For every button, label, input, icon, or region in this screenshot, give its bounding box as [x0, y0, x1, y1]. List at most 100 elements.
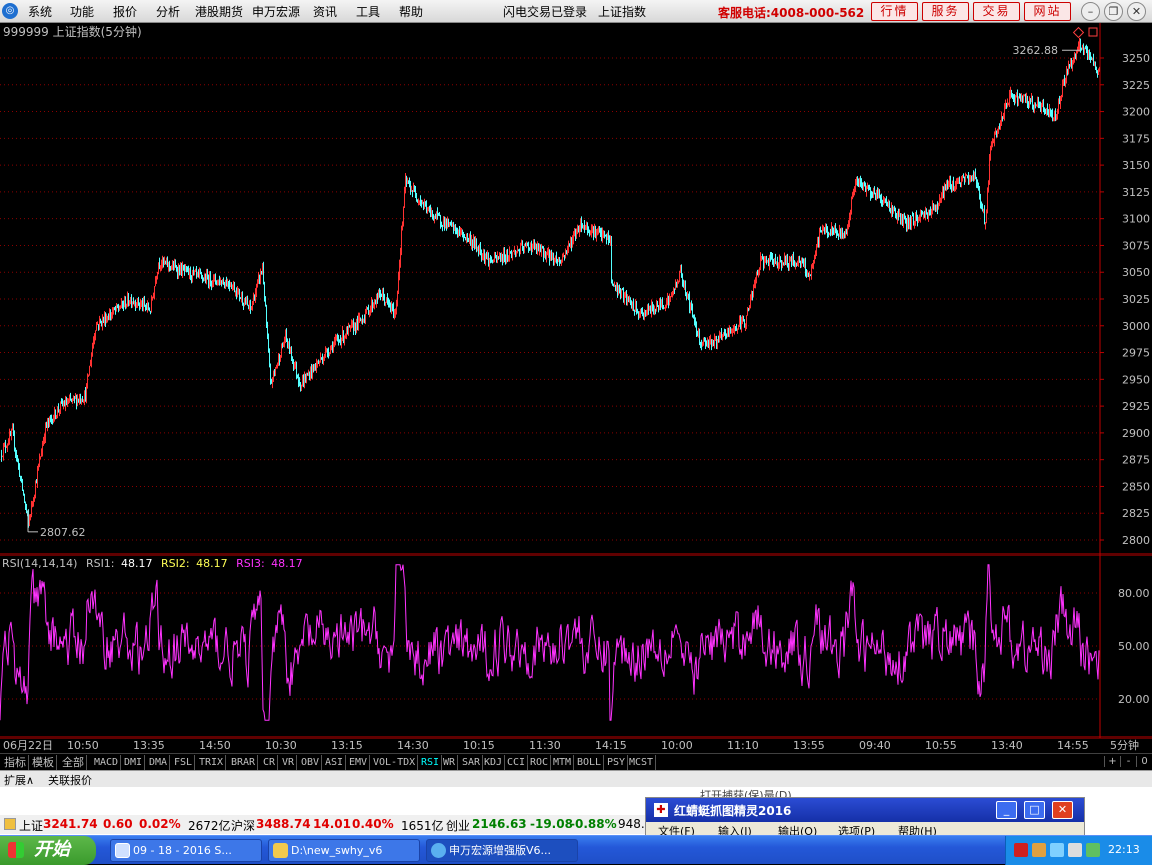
website-button[interactable]: 网站 [1024, 2, 1071, 21]
price-tick-label: 3250 [1122, 52, 1150, 65]
time-tick-label: 13:35 [133, 739, 165, 752]
menu-function[interactable]: 功能 [70, 3, 94, 20]
popup-minimize-icon[interactable]: _ [996, 801, 1017, 819]
chart-corner-icons[interactable] [1072, 26, 1098, 39]
expand-toggle[interactable]: 扩展∧ [4, 772, 34, 788]
indicator-tab-cci[interactable]: CCI [505, 755, 529, 770]
indicator-tab-mcst[interactable]: MCST [627, 755, 657, 770]
indicator-tab-sar[interactable]: SAR [460, 755, 484, 770]
diamond-icon[interactable] [1072, 26, 1085, 39]
time-tick-label: 10:55 [925, 739, 957, 752]
indicator-tab-cr[interactable]: CR [261, 755, 279, 770]
indicator-tab-fsl[interactable]: FSL [172, 755, 196, 770]
dragonfly-tray-icon[interactable] [1014, 843, 1028, 857]
indicator-tab-trix[interactable]: TRIX [197, 755, 227, 770]
time-tick-label: 14:15 [595, 739, 627, 752]
ticker-lock-icon[interactable] [4, 818, 16, 830]
rsi1-label: RSI1: [86, 557, 115, 570]
high-marker: 3262.88 [1013, 44, 1080, 57]
indicator-tab-vol-tdx[interactable]: VOL-TDX [371, 755, 419, 770]
zoom-in-button[interactable]: + [1104, 756, 1120, 767]
task-button-browser[interactable]: 09 - 18 - 2016 S... [110, 839, 262, 862]
indicator-tab-kdj[interactable]: KDJ [482, 755, 506, 770]
popup-maximize-icon[interactable]: □ [1024, 801, 1045, 819]
indicator-tab-boll[interactable]: BOLL [575, 755, 605, 770]
indicator-tab-模板[interactable]: 模板 [30, 755, 57, 770]
rsi-tick-label: 50.00 [1118, 640, 1150, 653]
capture-tool-titlebar[interactable]: ✚ 红蜻蜓抓图精灵2016 _ □ ✕ [646, 798, 1084, 822]
trade-button[interactable]: 交易 [973, 2, 1020, 21]
low-label: 2807.62 [40, 526, 86, 539]
sh-pct: 0.02% [139, 817, 181, 831]
indicator-tab-macd[interactable]: MACD [92, 755, 122, 770]
rsi-line [0, 564, 1100, 721]
indicator-tab-obv[interactable]: OBV [299, 755, 323, 770]
indicator-tab-mtm[interactable]: MTM [551, 755, 575, 770]
indicator-tab-指标[interactable]: 指标 [2, 755, 29, 770]
price-chart[interactable]: 3250 3225 3200 3175 3150 3125 3100 3075 3050 3025… [0, 23, 1152, 555]
related-quotes-tab[interactable]: 关联报价 [48, 772, 92, 788]
indicator-tab-vr[interactable]: VR [280, 755, 298, 770]
hs-label[interactable]: 沪深 [231, 817, 255, 834]
menu-tools[interactable]: 工具 [356, 3, 380, 20]
network-icon[interactable] [1050, 843, 1064, 857]
cy-label[interactable]: 创业 [446, 817, 470, 834]
minimize-icon[interactable]: – [1081, 2, 1100, 21]
menu-shenwan[interactable]: 申万宏源 [252, 3, 300, 20]
rsi1-value: 48.17 [121, 557, 153, 570]
time-tick-label: 10:50 [67, 739, 99, 752]
security-icon[interactable] [1086, 843, 1100, 857]
task-button-folder[interactable]: D:\new_swhy_v6 [268, 839, 420, 862]
indicator-tab-roc[interactable]: ROC [528, 755, 552, 770]
time-tick-label: 10:00 [661, 739, 693, 752]
indicator-tab-rsi[interactable]: RSI [419, 755, 443, 770]
extension-bar: 扩展∧ 关联报价 [0, 770, 1152, 787]
time-tick-label: 13:15 [331, 739, 363, 752]
price-tick-label: 3200 [1122, 106, 1150, 119]
task-button-trading-app[interactable]: 申万宏源增强版V6... [426, 839, 578, 862]
indicator-tab-psy[interactable]: PSY [605, 755, 629, 770]
indicator-tab-dmi[interactable]: DMI [122, 755, 146, 770]
capture-tool-title: 红蜻蜓抓图精灵2016 [674, 804, 792, 818]
capture-tool-window[interactable]: ✚ 红蜻蜓抓图精灵2016 _ □ ✕ 文件(F) 输入(I) 输出(O) 选项… [645, 797, 1085, 838]
task-label-browser: 09 - 18 - 2016 S... [133, 844, 232, 857]
time-tick-label: 11:30 [529, 739, 561, 752]
quotes-button[interactable]: 行情 [871, 2, 918, 21]
period-label[interactable]: 5分钟 [1110, 738, 1139, 752]
indicator-tab-asi[interactable]: ASI [323, 755, 347, 770]
rsi-legend: RSI(14,14,14) RSI1: 48.17 RSI2: 48.17 RS… [2, 557, 303, 570]
close-icon[interactable]: ✕ [1127, 2, 1146, 21]
restore-icon[interactable]: ❐ [1104, 2, 1123, 21]
price-y-axis: 3250 3225 3200 3175 3150 3125 3100 3075 3050 3025… [1122, 52, 1150, 547]
input-method-icon[interactable] [1068, 843, 1082, 857]
menu-quote[interactable]: 报价 [113, 3, 137, 20]
service-button[interactable]: 服务 [922, 2, 969, 21]
indicator-tab-dma[interactable]: DMA [147, 755, 171, 770]
start-button[interactable]: 开始 [0, 836, 96, 865]
menu-hk-futures[interactable]: 港股期货 [195, 3, 243, 20]
zoom-out-button[interactable]: - [1120, 756, 1136, 767]
sh-label[interactable]: 上证 [19, 817, 43, 834]
indicator-tab-emv[interactable]: EMV [347, 755, 371, 770]
chart-title: 999999 上证指数(5分钟) [3, 24, 142, 39]
indicator-tab-wr[interactable]: WR [441, 755, 459, 770]
reset-button[interactable]: 0 [1136, 756, 1152, 767]
current-index-name: 上证指数 [598, 5, 647, 19]
indicator-tab-brar[interactable]: BRAR [229, 755, 259, 770]
time-tick-label: 06月22日 [3, 739, 53, 752]
clock: 22:13 [1108, 843, 1140, 856]
rsi-params: RSI(14,14,14) [2, 557, 77, 570]
volume-icon[interactable] [1032, 843, 1046, 857]
expand-icon[interactable] [1088, 27, 1098, 37]
task-label-trading-app: 申万宏源增强版V6... [449, 844, 552, 857]
app-logo-icon[interactable]: ◎ [2, 3, 18, 19]
rsi-chart[interactable]: 80.00 50.00 20.00 RSI(14,14,14) RSI1: 48.1… [0, 555, 1152, 738]
hs-value: 3488.74 [256, 817, 311, 831]
menu-system[interactable]: 系统 [28, 3, 52, 20]
menu-news[interactable]: 资讯 [313, 3, 337, 20]
menu-help[interactable]: 帮助 [399, 3, 423, 20]
menu-analysis[interactable]: 分析 [156, 3, 180, 20]
indicator-tab-全部[interactable]: 全部 [60, 755, 87, 770]
popup-close-icon[interactable]: ✕ [1052, 801, 1073, 819]
hs-change: 14.01 [313, 817, 351, 831]
